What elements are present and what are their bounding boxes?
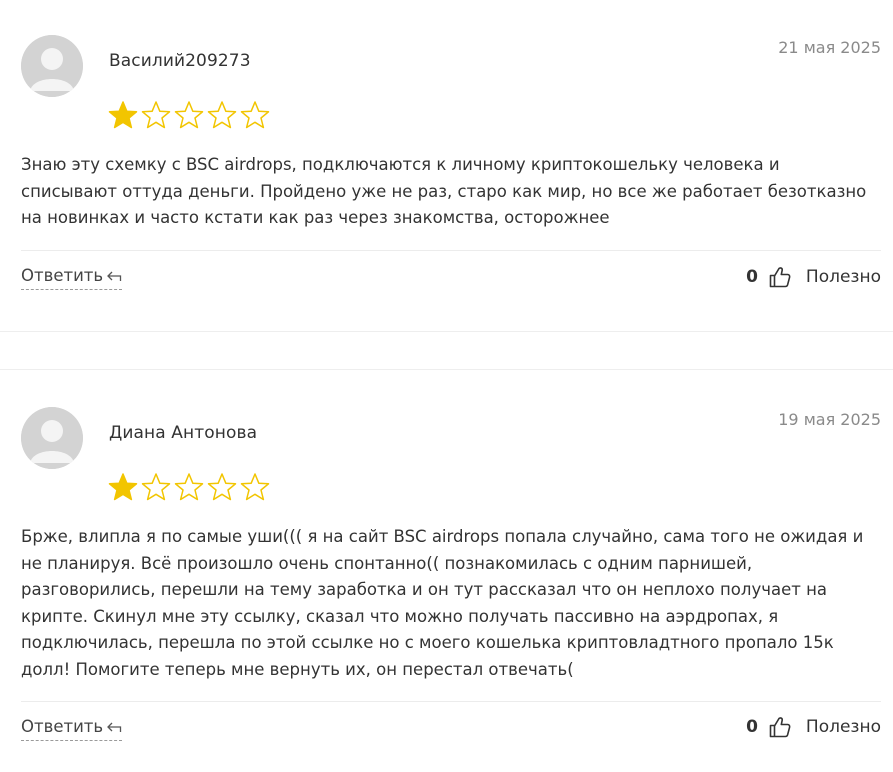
- star-empty-icon: [141, 101, 171, 129]
- reply-button[interactable]: Ответить: [21, 266, 123, 290]
- useful-count: 0: [746, 717, 758, 737]
- star-empty-icon: [240, 473, 270, 501]
- review-author: Василий209273: [109, 51, 251, 71]
- useful-button[interactable]: Полезно: [806, 717, 881, 737]
- reply-button[interactable]: Ответить: [21, 717, 123, 741]
- star-filled-icon: [108, 473, 138, 501]
- thumbs-up-icon[interactable]: [768, 265, 792, 289]
- useful-block: 0 Полезно: [746, 715, 881, 739]
- reply-arrow-icon: [107, 271, 122, 281]
- useful-button[interactable]: Полезно: [806, 267, 881, 287]
- reply-arrow-icon: [107, 722, 122, 732]
- divider: [21, 701, 881, 702]
- review-card: Диана Антонова 19 мая 2025 Бржe, влипла …: [0, 372, 893, 772]
- rating-stars: [107, 100, 271, 130]
- thumbs-up-icon[interactable]: [768, 715, 792, 739]
- reply-label: Ответить: [21, 266, 104, 285]
- review-text: Знаю эту схемку с BSC airdrops, подключа…: [21, 155, 867, 227]
- user-avatar-icon: [21, 35, 83, 97]
- star-empty-icon: [174, 473, 204, 501]
- star-empty-icon: [174, 101, 204, 129]
- star-empty-icon: [240, 101, 270, 129]
- star-empty-icon: [141, 473, 171, 501]
- review-text: Бржe, влипла я по самые уши((( я на сайт…: [21, 527, 864, 679]
- review-date: 21 мая 2025: [778, 38, 881, 57]
- user-avatar-icon: [21, 407, 83, 469]
- star-empty-icon: [207, 101, 237, 129]
- useful-block: 0 Полезно: [746, 265, 881, 289]
- review-separator: [0, 331, 893, 332]
- rating-stars: [107, 472, 271, 502]
- reply-label: Ответить: [21, 717, 104, 736]
- useful-count: 0: [746, 267, 758, 287]
- divider: [21, 250, 881, 251]
- star-empty-icon: [207, 473, 237, 501]
- review-separator: [0, 369, 893, 370]
- star-filled-icon: [108, 101, 138, 129]
- review-date: 19 мая 2025: [778, 410, 881, 429]
- review-card: Василий209273 21 мая 2025 Знаю эту схемк…: [0, 0, 893, 331]
- review-author: Диана Антонова: [109, 423, 258, 443]
